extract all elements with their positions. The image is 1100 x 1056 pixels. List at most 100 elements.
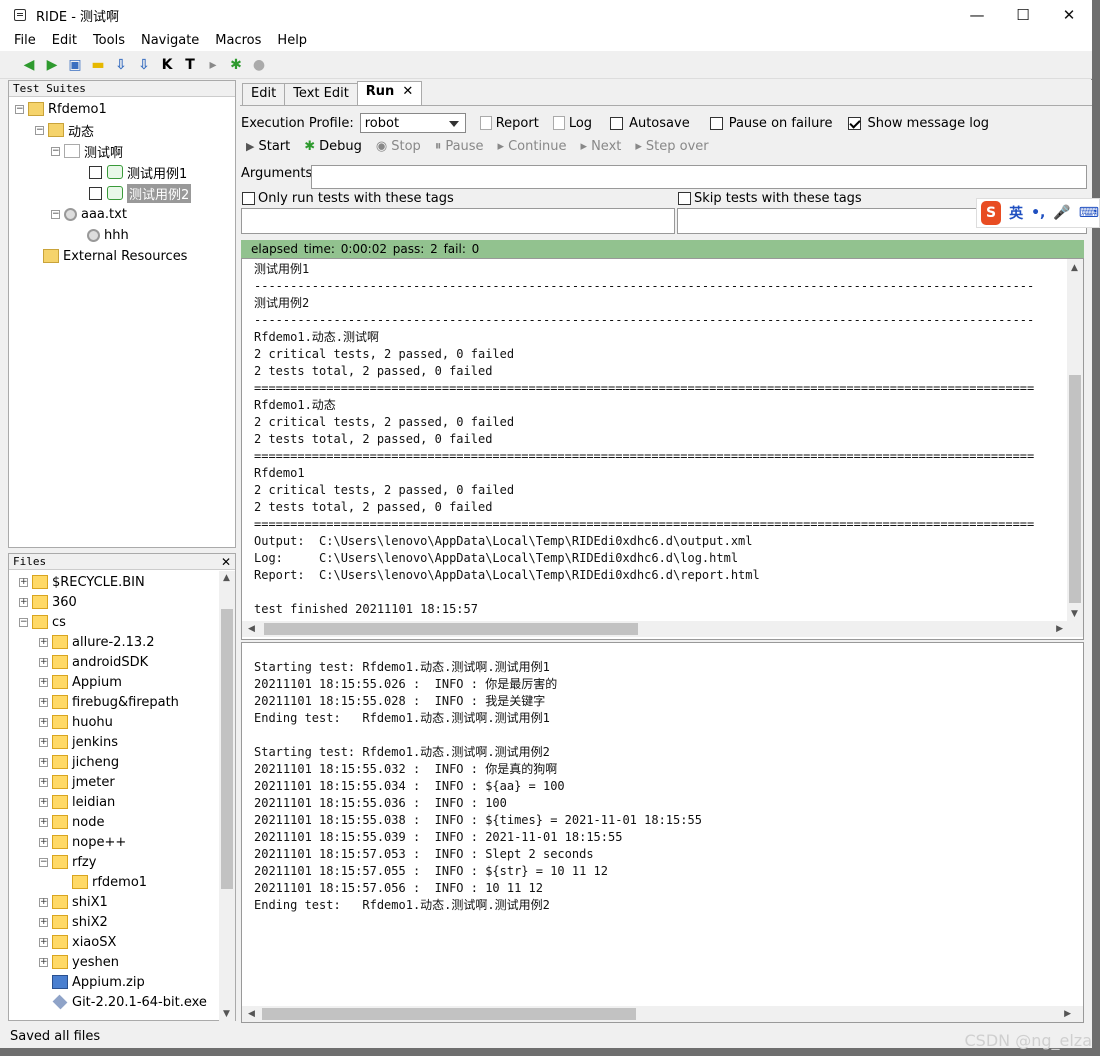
- step-over-button[interactable]: Step over: [646, 139, 709, 154]
- expand-icon[interactable]: +: [39, 697, 48, 707]
- collapse-icon[interactable]: −: [51, 146, 60, 156]
- output-hscroll[interactable]: ◀ ▶: [242, 621, 1083, 637]
- back-arrow-icon[interactable]: ◀: [20, 56, 38, 74]
- file-tree-item[interactable]: + node: [39, 812, 104, 832]
- scroll-left-icon[interactable]: ◀: [248, 624, 255, 634]
- collapse-icon[interactable]: −: [35, 125, 44, 135]
- minimize-button[interactable]: —: [954, 0, 1000, 30]
- file-tree-item[interactable]: + $RECYCLE.BIN: [19, 572, 145, 592]
- continue-button[interactable]: Continue: [508, 139, 566, 154]
- file-tree-item[interactable]: + jmeter: [39, 772, 115, 792]
- collapse-icon[interactable]: −: [19, 617, 28, 627]
- file-tree-item[interactable]: − cs: [19, 612, 66, 632]
- tree-node-ceshia[interactable]: − 测试啊: [51, 141, 123, 161]
- testcase2-checkbox[interactable]: [89, 186, 102, 200]
- arguments-input[interactable]: [311, 165, 1087, 189]
- scroll-thumb[interactable]: [1069, 375, 1081, 603]
- file-tree-item[interactable]: + yeshen: [39, 952, 119, 972]
- run-icon[interactable]: ▸: [204, 56, 222, 74]
- tree-node-rfdemo1[interactable]: − Rfdemo1: [15, 99, 107, 119]
- scroll-thumb[interactable]: [221, 609, 233, 889]
- output-vscroll[interactable]: ▲ ▼: [1067, 259, 1083, 621]
- file-tree-item[interactable]: +360: [19, 592, 77, 612]
- file-tree-item[interactable]: + androidSDK: [39, 652, 148, 672]
- scroll-down-icon[interactable]: ▼: [223, 1009, 230, 1019]
- close-button[interactable]: ✕: [1046, 0, 1092, 30]
- pause-button[interactable]: Pause: [445, 139, 483, 154]
- tab-edit[interactable]: Edit: [242, 83, 286, 105]
- scroll-up-icon[interactable]: ▲: [223, 573, 230, 583]
- expand-icon[interactable]: +: [19, 577, 28, 587]
- file-tree-item[interactable]: + shiX2: [39, 912, 108, 932]
- close-files-pane-icon[interactable]: ✕: [221, 554, 231, 570]
- menu-edit[interactable]: Edit: [44, 33, 85, 48]
- expand-icon[interactable]: +: [39, 897, 48, 907]
- tree-node-dongtai[interactable]: − 动态: [35, 120, 94, 140]
- menu-file[interactable]: File: [6, 33, 44, 48]
- expand-icon[interactable]: +: [39, 837, 48, 847]
- expand-icon[interactable]: +: [39, 817, 48, 827]
- tree-node-hhh[interactable]: hhh: [87, 225, 129, 245]
- start-button[interactable]: Start: [258, 139, 290, 154]
- expand-icon[interactable]: +: [39, 677, 48, 687]
- expand-icon[interactable]: +: [39, 937, 48, 947]
- message-log[interactable]: Starting test: Rfdemo1.动态.测试啊.测试用例1 2021…: [241, 642, 1084, 1023]
- file-tree-item[interactable]: − rfzy: [39, 852, 96, 872]
- scroll-thumb[interactable]: [262, 1008, 636, 1020]
- ime-mode[interactable]: 英: [1009, 203, 1023, 223]
- scroll-right-icon[interactable]: ▶: [1064, 1009, 1071, 1019]
- tree-node-aaa-txt[interactable]: − aaa.txt: [51, 204, 127, 224]
- collapse-icon[interactable]: −: [51, 209, 60, 219]
- testcase1-checkbox[interactable]: [89, 165, 102, 179]
- stop-icon[interactable]: ●: [250, 56, 268, 74]
- file-tree-item[interactable]: + nope++: [39, 832, 126, 852]
- show-message-log-checkbox[interactable]: [848, 116, 862, 130]
- collapse-icon[interactable]: −: [39, 857, 48, 867]
- file-tree-item[interactable]: + shiX1: [39, 892, 108, 912]
- expand-icon[interactable]: +: [39, 797, 48, 807]
- scroll-thumb[interactable]: [264, 623, 638, 635]
- menu-tools[interactable]: Tools: [85, 33, 133, 48]
- file-tree-item[interactable]: + jicheng: [39, 752, 119, 772]
- scroll-right-icon[interactable]: ▶: [1056, 624, 1063, 634]
- stop-button[interactable]: Stop: [391, 139, 421, 154]
- expand-icon[interactable]: +: [39, 777, 48, 787]
- menu-navigate[interactable]: Navigate: [133, 33, 207, 48]
- report-button[interactable]: Report: [496, 116, 539, 131]
- profile-select[interactable]: robot: [359, 113, 466, 133]
- file-tree-item[interactable]: rfdemo1: [59, 872, 147, 892]
- expand-icon[interactable]: +: [39, 637, 48, 647]
- debug-bug-icon[interactable]: ✱: [227, 56, 245, 74]
- file-tree-item[interactable]: + Appium: [39, 672, 122, 692]
- skip-tags-checkbox[interactable]: [678, 192, 691, 205]
- files-scrollbar[interactable]: ▲ ▼: [219, 571, 235, 1021]
- next-button[interactable]: Next: [591, 139, 621, 154]
- scroll-up-icon[interactable]: ▲: [1071, 263, 1078, 273]
- punctuation-icon[interactable]: •,: [1031, 205, 1045, 221]
- expand-icon[interactable]: +: [39, 957, 48, 967]
- search-tests-icon[interactable]: T: [181, 56, 199, 74]
- file-tree-item[interactable]: + xiaoSX: [39, 932, 116, 952]
- log-hscroll[interactable]: ◀ ▶: [242, 1006, 1083, 1022]
- file-tree-item[interactable]: + leidian: [39, 792, 115, 812]
- menu-macros[interactable]: Macros: [207, 33, 269, 48]
- tab-run[interactable]: Run ✕: [356, 81, 423, 105]
- file-tree-item[interactable]: Appium.zip: [39, 972, 145, 992]
- menu-help[interactable]: Help: [269, 33, 315, 48]
- close-tab-icon[interactable]: ✕: [402, 84, 413, 99]
- keyboard-icon[interactable]: ⌨: [1079, 205, 1099, 221]
- file-tree-item[interactable]: + firebug&firepath: [39, 692, 179, 712]
- scroll-left-icon[interactable]: ◀: [248, 1009, 255, 1019]
- expand-icon[interactable]: +: [39, 917, 48, 927]
- pause-on-failure-checkbox[interactable]: [709, 116, 723, 130]
- tree-node-testcase2[interactable]: 测试用例2: [89, 183, 192, 203]
- expand-icon[interactable]: +: [39, 657, 48, 667]
- search-keywords-icon[interactable]: K: [158, 56, 176, 74]
- folder-icon[interactable]: ▬: [89, 56, 107, 74]
- file-tree-item[interactable]: + jenkins: [39, 732, 118, 752]
- sogou-logo-icon[interactable]: S: [981, 201, 1002, 225]
- expand-icon[interactable]: +: [39, 717, 48, 727]
- tab-text-edit[interactable]: Text Edit: [284, 83, 358, 105]
- output-console[interactable]: 测试用例1 ----------------------------------…: [241, 258, 1084, 640]
- open-icon[interactable]: ▣: [66, 56, 84, 74]
